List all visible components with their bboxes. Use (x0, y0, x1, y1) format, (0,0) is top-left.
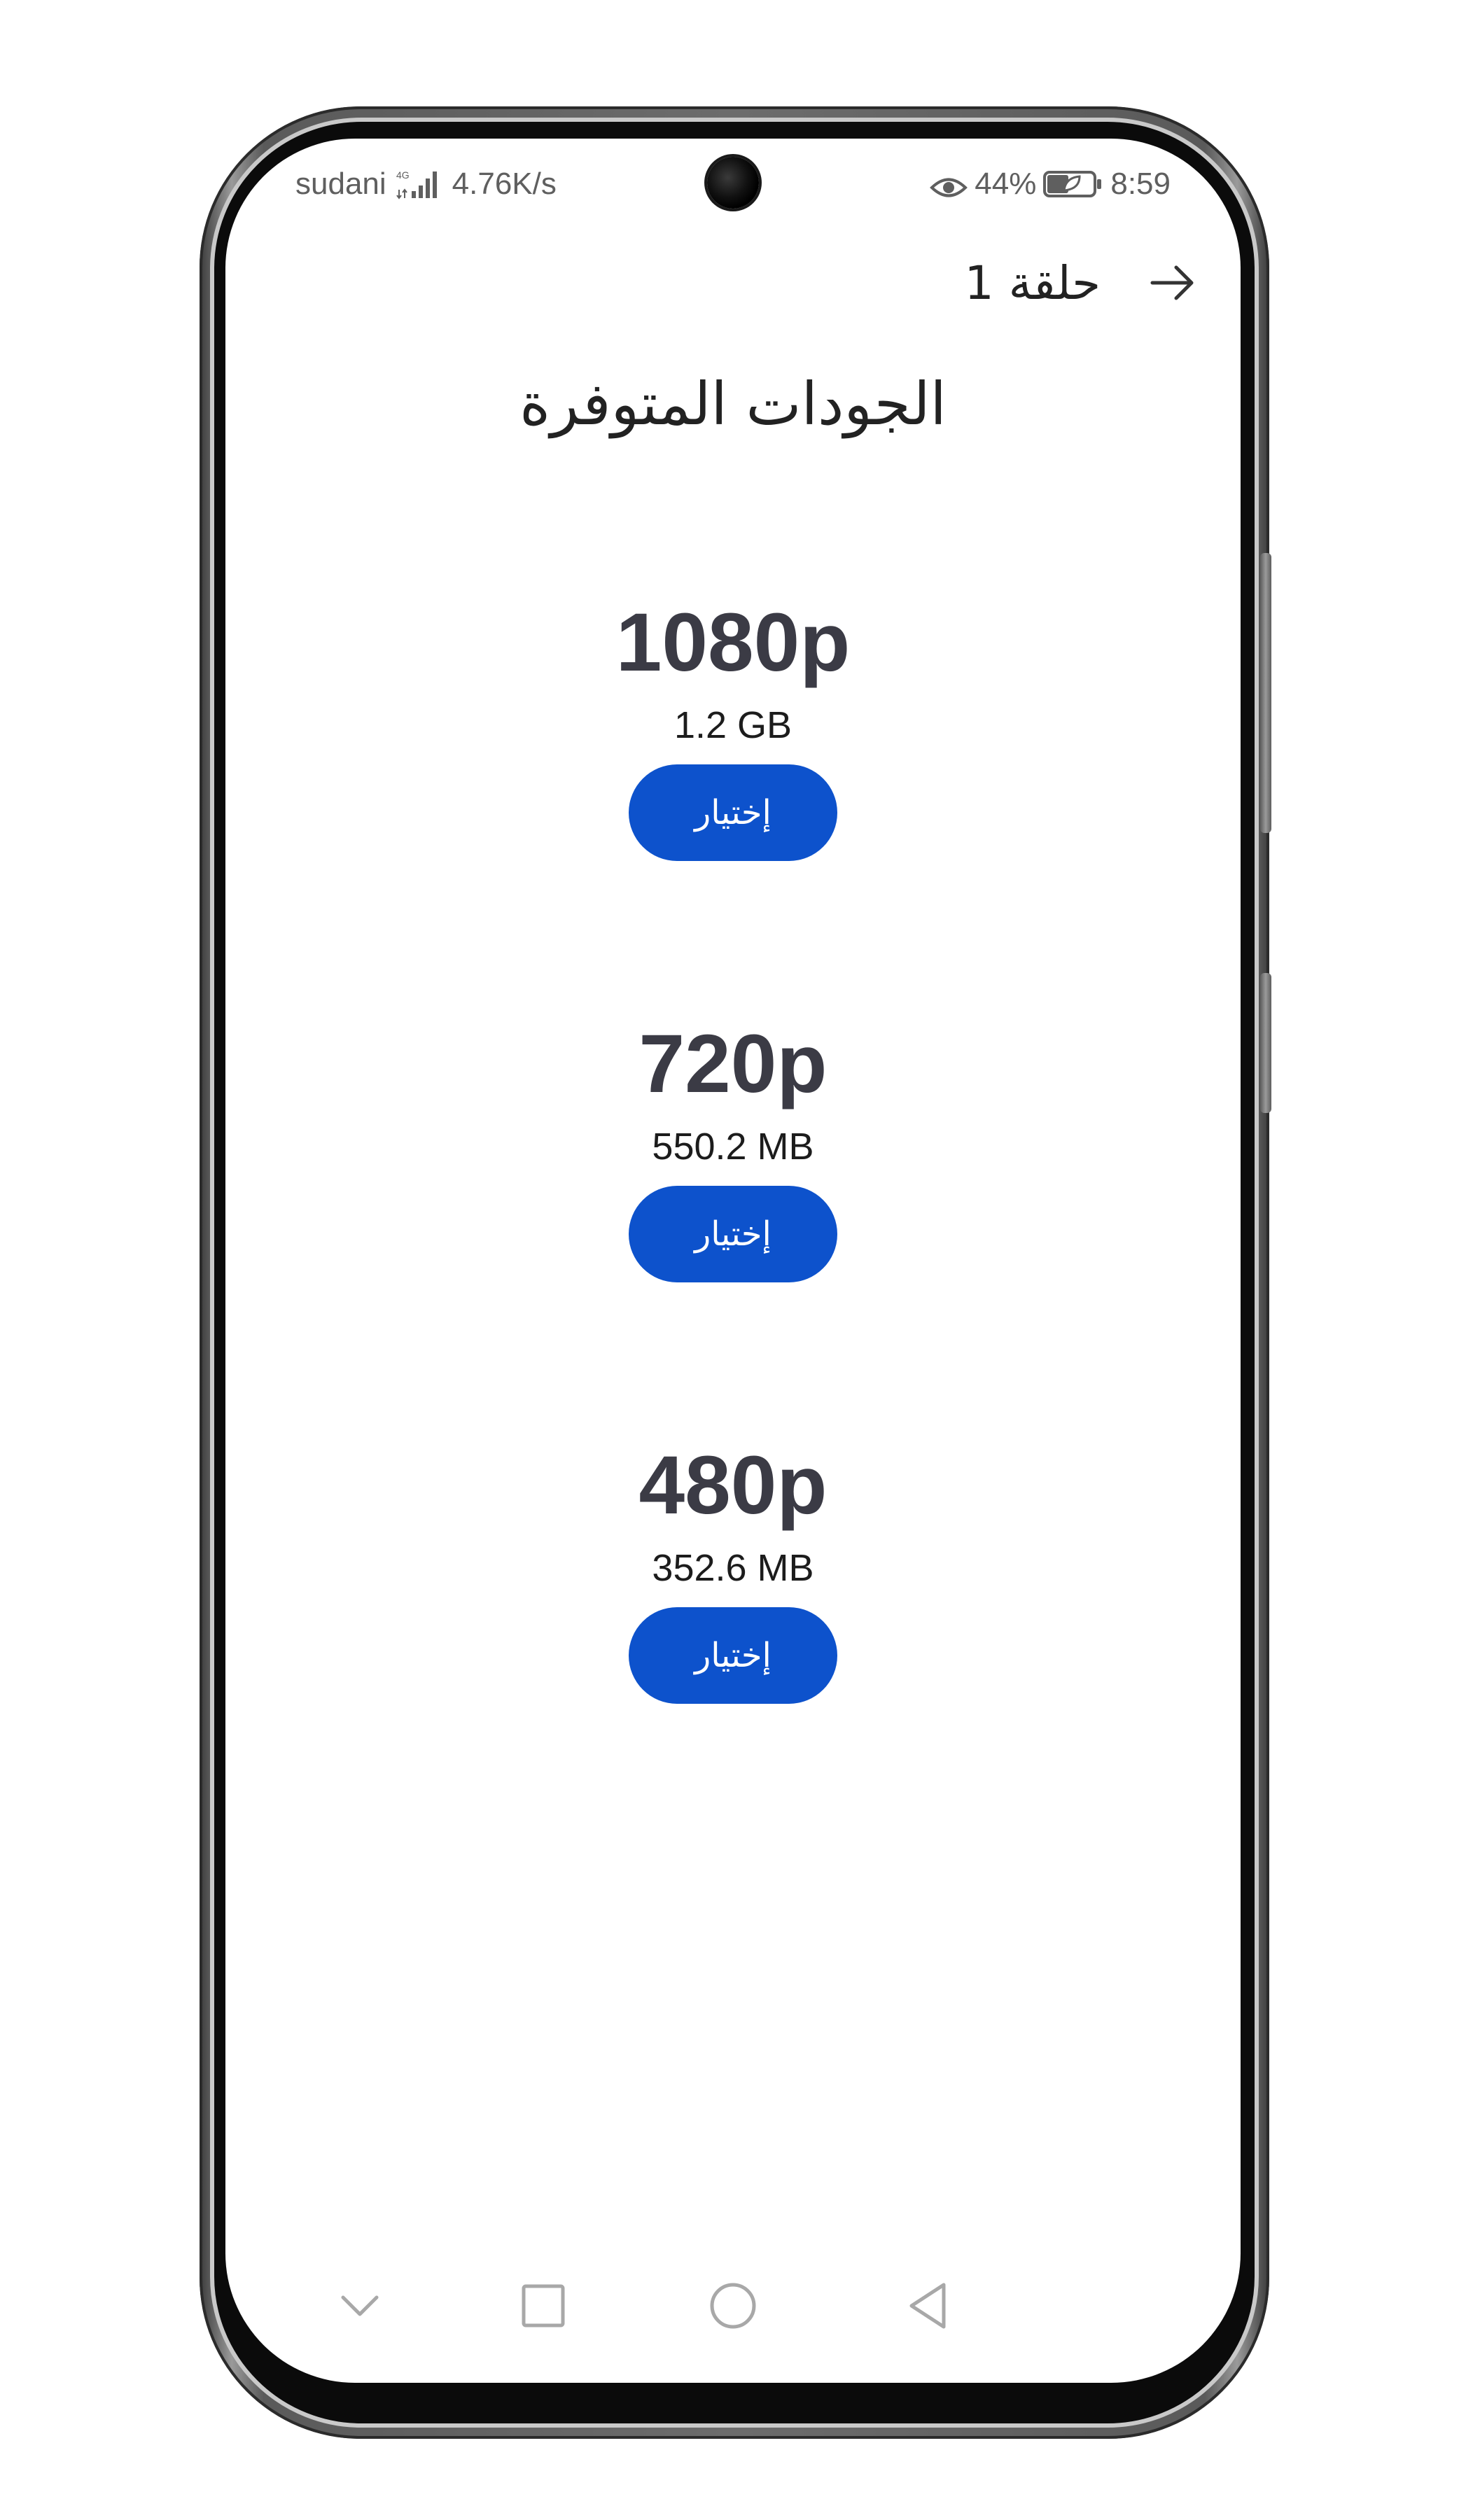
network-type-label: 4G (396, 169, 410, 181)
quality-label: 480p (638, 1439, 828, 1532)
power-button (1260, 973, 1271, 1113)
quality-size: 550.2 MB (652, 1126, 814, 1168)
screen: sudani 4G 4.76K/s 44% 8:59 حلقة 1 الجودا… (225, 139, 1241, 2383)
episode-title: حلقة 1 (964, 256, 1101, 310)
volume-button (1260, 553, 1271, 833)
quality-item-1080p: 1080p 1.2 GB إختيار (225, 594, 1241, 1015)
home-circle-icon[interactable] (705, 2278, 761, 2334)
status-right: 44% 8:59 (930, 167, 1171, 202)
eye-comfort-icon (930, 172, 968, 197)
status-bar: sudani 4G 4.76K/s 44% 8:59 (295, 160, 1171, 209)
battery-percent: 44% (975, 167, 1037, 201)
quality-size: 352.6 MB (652, 1547, 814, 1589)
quality-size: 1.2 GB (673, 704, 793, 746)
page-title: الجودات المتوفرة (519, 370, 947, 438)
chevron-down-icon[interactable] (332, 2278, 388, 2334)
quality-list: 1080p 1.2 GB إختيار 720p 550.2 MB إختيار… (225, 594, 1241, 1858)
select-1080p-button[interactable]: إختيار (629, 764, 837, 861)
select-720p-button[interactable]: إختيار (629, 1186, 837, 1282)
quality-item-720p: 720p 550.2 MB إختيار (225, 1015, 1241, 1436)
navigation-bar (225, 2271, 1241, 2341)
carrier-name: sudani (295, 167, 386, 201)
select-480p-button[interactable]: إختيار (629, 1607, 837, 1704)
back-triangle-icon[interactable] (902, 2278, 958, 2334)
quality-label: 720p (638, 1018, 828, 1110)
quality-label: 1080p (615, 596, 851, 689)
battery-icon (1043, 169, 1103, 199)
signal-icon: 4G (396, 169, 442, 200)
network-speed: 4.76K/s (452, 167, 557, 201)
status-left: sudani 4G 4.76K/s (295, 167, 557, 202)
quality-item-480p: 480p 352.6 MB إختيار (225, 1436, 1241, 1858)
recents-square-icon[interactable] (515, 2278, 571, 2334)
clock: 8:59 (1110, 167, 1171, 201)
back-arrow-icon[interactable] (1145, 256, 1199, 309)
